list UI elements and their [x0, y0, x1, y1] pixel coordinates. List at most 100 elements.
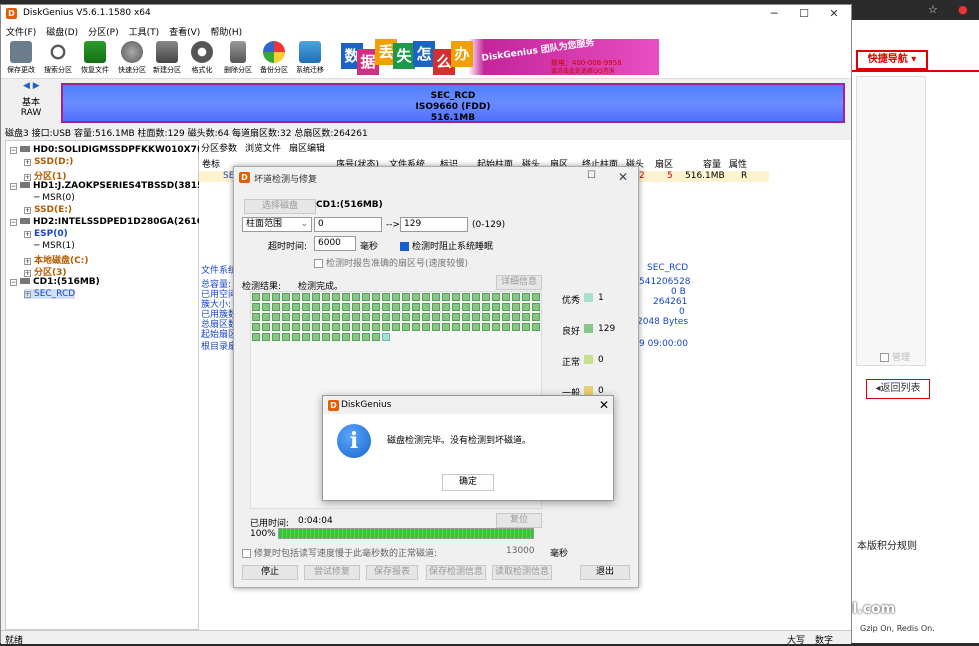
tree-disk-cd1[interactable]: − CD1:(516MB) [10, 277, 100, 287]
exit-button[interactable]: 退出 [580, 565, 630, 580]
menu-partition[interactable]: 分区(P) [83, 23, 123, 40]
message-text: 磁盘检测完毕。没有检测到坏磁道。 [387, 436, 532, 446]
track-cell [262, 333, 270, 341]
prevent-sleep-checkbox[interactable]: 检测时阻止系统睡眠 [400, 239, 493, 252]
track-cell [442, 293, 450, 301]
track-cell [422, 293, 430, 301]
timeout-input[interactable]: 6000 [314, 236, 356, 251]
track-cell [412, 323, 420, 331]
track-cell [532, 323, 540, 331]
track-cell [412, 293, 420, 301]
delete-partition-button[interactable]: 删除分区 [220, 41, 256, 75]
track-cell [502, 313, 510, 321]
new-partition-button[interactable]: 新建分区 [149, 41, 185, 75]
bad-track-dialog: D 坏道检测与修复 ☐ ✕ 选择磁盘 CD1:(516MB) 柱面范围 ⌄ 0 -… [233, 166, 639, 588]
tree-partition[interactable]: +─ MSR(0) [24, 193, 75, 203]
track-cell [432, 313, 440, 321]
track-cell [262, 303, 270, 311]
col-header[interactable]: 属性 [729, 157, 747, 170]
tree-partition[interactable]: + ESP(0) [24, 229, 68, 239]
track-cell [432, 323, 440, 331]
tree-partition[interactable]: + SSD(D:) [24, 157, 73, 167]
track-cell [522, 303, 530, 311]
track-cell [272, 333, 280, 341]
star-icon[interactable]: ☆ [928, 3, 938, 16]
app-logo-icon: D [328, 400, 339, 411]
col-header[interactable]: 卷标 [202, 157, 220, 170]
track-cell [492, 293, 500, 301]
track-cell [342, 313, 350, 321]
track-cell [452, 323, 460, 331]
message-title-bar: D DiskGenius ✕ [323, 396, 613, 414]
repair-option-checkbox[interactable]: 修复时包括读写速度慢于此毫秒数的正常磁道: [242, 546, 437, 559]
select-disk-button[interactable]: 选择磁盘 [244, 199, 316, 214]
pie-icon [263, 41, 285, 63]
track-cell [402, 323, 410, 331]
save-report-button[interactable]: 保存报表 [366, 565, 418, 580]
tab-sector-edit[interactable]: 扇区编辑 [289, 144, 325, 154]
menu-help[interactable]: 帮助(H) [205, 23, 247, 40]
dialog-title: 坏道检测与修复 [254, 175, 318, 185]
tree-disk-hd1[interactable]: − HD1:J.ZAOKPSERIES4TBSSD(3815GB) [10, 181, 222, 191]
report-slow-checkbox[interactable]: 检测时报告准确的扇区号(速度较慢) [314, 256, 468, 269]
track-cell [432, 303, 440, 311]
maximize-icon[interactable]: ☐ [587, 170, 596, 181]
quick-partition-button[interactable]: 快速分区 [114, 41, 150, 75]
support-banner[interactable]: 数 据 丢 失 怎 么 办 DiskGenius 团队为您服务 致电：400-0… [341, 38, 659, 75]
quick-nav-button[interactable]: 快捷导航 ▾ [856, 50, 928, 70]
load-check-info-button[interactable]: 读取检测信息 [492, 565, 552, 580]
menu-file[interactable]: 文件(F) [1, 23, 41, 40]
track-cell [272, 323, 280, 331]
tree-disk-hd0[interactable]: − HD0:SOLIDIGMSSDPFKKW010X7(954G [10, 145, 227, 155]
track-cell [382, 293, 390, 301]
ok-button[interactable]: 确定 [442, 474, 494, 491]
partition-block[interactable]: SEC_RCD ISO9660 (FDD) 516.1MB [61, 83, 845, 123]
col-header[interactable]: 扇区 [655, 157, 673, 170]
try-repair-button[interactable]: 尝试修复 [304, 565, 360, 580]
reset-button[interactable]: 复位 [496, 513, 542, 528]
format-button[interactable]: 格式化 [184, 41, 220, 75]
track-cell [362, 333, 370, 341]
minimize-icon[interactable]: ─ [759, 6, 789, 22]
extension-icon[interactable]: ● [958, 3, 968, 16]
menu-tools[interactable]: 工具(T) [124, 23, 165, 40]
tree-partition-selected[interactable]: + SEC_RCD [24, 289, 76, 299]
menu-disk[interactable]: 磁盘(D) [41, 23, 83, 40]
close-icon[interactable]: ✕ [618, 170, 628, 184]
close-icon[interactable]: ✕ [599, 398, 609, 412]
recover-files-button[interactable]: 恢复文件 [77, 41, 113, 75]
tree-partition[interactable]: +─ MSR(1) [24, 241, 75, 251]
menu-view[interactable]: 查看(V) [164, 23, 205, 40]
tree-partition[interactable]: + SSD(E:) [24, 205, 72, 215]
disk-nav-arrows[interactable]: ◀ ▶ [23, 81, 40, 91]
save-check-info-button[interactable]: 保存检测信息 [426, 565, 486, 580]
save-changes-button[interactable]: 保存更改 [3, 41, 39, 75]
system-migrate-button[interactable]: 系统迁移 [292, 41, 328, 75]
close-icon[interactable]: ✕ [819, 6, 849, 22]
track-cell [282, 333, 290, 341]
legend-count: 0 [598, 355, 604, 365]
back-to-list-button[interactable]: ◂返回列表 [866, 379, 930, 399]
track-cell [402, 293, 410, 301]
stop-button[interactable]: 停止 [242, 565, 298, 580]
manage-checkbox-label[interactable]: 管理 [880, 350, 910, 363]
partition-size: 516.1MB [430, 113, 476, 123]
range-type-select[interactable]: 柱面范围 ⌄ [242, 217, 312, 232]
range-to-input[interactable]: 129 [400, 217, 468, 232]
track-cell [512, 313, 520, 321]
track-cell [472, 293, 480, 301]
title-bar: D DiskGenius V5.6.1.1580 x64 ─ ☐ ✕ [1, 5, 851, 23]
maximize-icon[interactable]: ☐ [789, 6, 819, 22]
backup-partition-button[interactable]: 备份分区 [256, 41, 292, 75]
banner-qq: 或点击此处选择QQ咨询 [551, 68, 615, 75]
tab-browse-files[interactable]: 浏览文件 [245, 144, 281, 154]
track-cell [432, 293, 440, 301]
track-cell [462, 313, 470, 321]
details-button[interactable]: 详细信息 [496, 275, 542, 290]
track-cell [402, 313, 410, 321]
col-header[interactable]: 容量 [703, 157, 721, 170]
tab-partition-params[interactable]: 分区参数 [201, 144, 237, 154]
range-from-input[interactable]: 0 [314, 217, 382, 232]
tree-disk-hd2[interactable]: − HD2:INTELSSDPED1D280GA(261GB) [10, 217, 215, 227]
search-partition-button[interactable]: 搜索分区 [40, 41, 76, 75]
